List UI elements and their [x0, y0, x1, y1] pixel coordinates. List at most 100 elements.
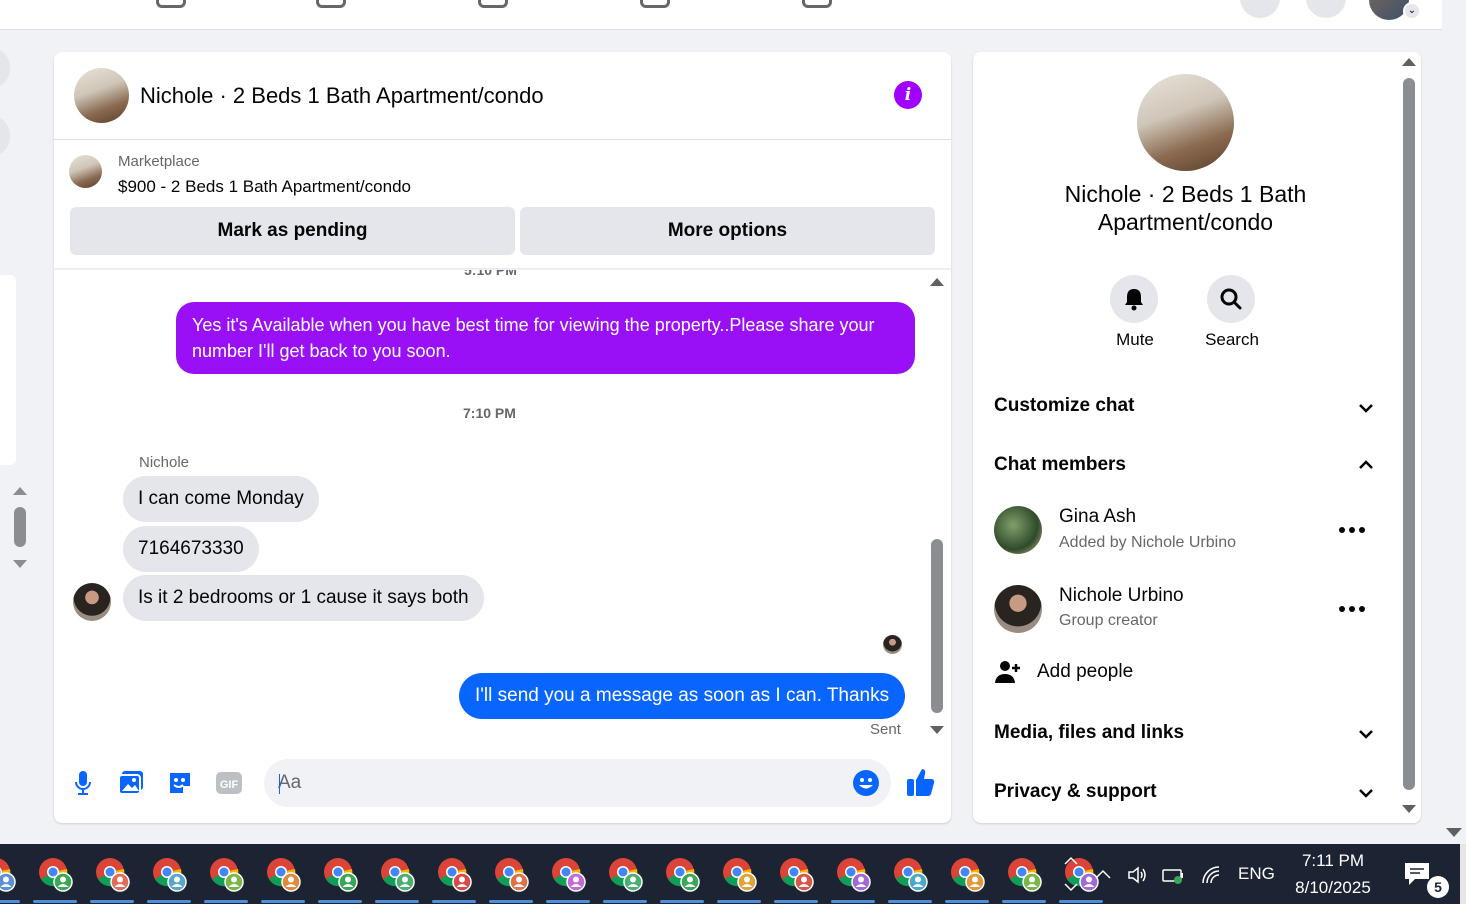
- show-desktop-button[interactable]: [1460, 844, 1466, 904]
- message-input-box[interactable]: [264, 759, 891, 807]
- show-hidden-icons-icon[interactable]: [1092, 864, 1114, 886]
- more-options-icon[interactable]: [1339, 604, 1365, 614]
- seen-indicator-avatar: [883, 635, 902, 654]
- chrome-profile-taskbar-icon[interactable]: [1006, 856, 1042, 892]
- chrome-profile-taskbar-icon[interactable]: [265, 856, 301, 892]
- search-label: Search: [1205, 330, 1259, 349]
- sender-avatar[interactable]: [73, 583, 111, 621]
- text-caret: [279, 774, 280, 794]
- incoming-message[interactable]: 7164673330: [123, 526, 259, 572]
- photo-icon[interactable]: [116, 768, 146, 798]
- message-list: 5:10 PM Yes it's Available when you have…: [54, 270, 929, 750]
- clock-date[interactable]: 8/10/2025: [1290, 878, 1376, 898]
- info-scrollbar-thumb[interactable]: [1403, 78, 1415, 790]
- listing-title[interactable]: $900 - 2 Beds 1 Bath Apartment/condo: [118, 177, 411, 197]
- more-options-icon[interactable]: [1339, 525, 1365, 535]
- sidebar-shortcut[interactable]: [0, 49, 10, 87]
- bell-icon: [1125, 289, 1143, 311]
- thumbs-up-icon[interactable]: [905, 766, 937, 798]
- privacy-support-section[interactable]: Privacy & support: [994, 781, 1157, 803]
- member-subtitle: Group creator: [1059, 612, 1158, 629]
- chrome-profile-taskbar-icon[interactable]: [607, 856, 643, 892]
- media-files-links-section[interactable]: Media, files and links: [994, 722, 1184, 744]
- taskbar-active-indicator: [90, 900, 134, 903]
- marketplace-nav-icon[interactable]: [640, 0, 670, 8]
- customize-chat-section[interactable]: Customize chat: [994, 395, 1134, 417]
- chrome-profile-taskbar-icon[interactable]: [835, 856, 871, 892]
- gif-icon[interactable]: GIF: [214, 768, 244, 798]
- mute-button[interactable]: [1110, 275, 1158, 323]
- page-scroll-down-arrow-icon[interactable]: [1446, 828, 1462, 837]
- system-tray: ENG 7:11 PM 8/10/2025 5: [1090, 844, 1466, 904]
- chrome-profile-taskbar-icon[interactable]: [664, 856, 700, 892]
- chrome-profile-taskbar-icon[interactable]: [892, 856, 928, 892]
- more-options-button[interactable]: More options: [520, 207, 935, 255]
- chrome-profile-taskbar-icon[interactable]: [322, 856, 358, 892]
- chrome-profile-taskbar-icon[interactable]: [493, 856, 529, 892]
- gaming-nav-icon[interactable]: [802, 0, 832, 8]
- scroll-down-arrow-icon[interactable]: [1402, 805, 1416, 813]
- chevron-up-icon[interactable]: [1356, 455, 1376, 475]
- info-avatar[interactable]: [1137, 74, 1234, 171]
- member-avatar[interactable]: [994, 585, 1042, 633]
- scroll-down-arrow-icon[interactable]: [930, 726, 944, 734]
- battery-icon[interactable]: [1162, 864, 1184, 886]
- chat-avatar[interactable]: [74, 68, 129, 123]
- sticker-icon[interactable]: [165, 768, 195, 798]
- message-timestamp: 7:10 PM: [463, 405, 516, 421]
- sidebar-shortcut[interactable]: [0, 117, 10, 155]
- chevron-down-icon[interactable]: [1356, 398, 1376, 418]
- add-people-button[interactable]: Add people: [1037, 661, 1133, 683]
- member-avatar[interactable]: [994, 506, 1042, 554]
- chrome-profile-taskbar-icon[interactable]: [151, 856, 187, 892]
- incoming-message[interactable]: Is it 2 bedrooms or 1 cause it says both: [123, 575, 484, 621]
- member-name[interactable]: Gina Ash: [1059, 506, 1136, 528]
- scroll-up-arrow-icon[interactable]: [13, 487, 27, 495]
- sidebar-card: [0, 275, 16, 465]
- search-icon: [1220, 288, 1242, 310]
- chrome-profile-taskbar-icon[interactable]: [949, 856, 985, 892]
- home-nav-icon[interactable]: [156, 0, 186, 8]
- chrome-profile-taskbar-icon[interactable]: [778, 856, 814, 892]
- scroll-down-arrow-icon[interactable]: [13, 560, 27, 568]
- message-input[interactable]: [278, 759, 838, 807]
- outgoing-message[interactable]: Yes it's Available when you have best ti…: [176, 302, 915, 374]
- scrollbar-thumb[interactable]: [14, 507, 26, 547]
- chat-members-section[interactable]: Chat members: [994, 454, 1126, 476]
- notifications-icon[interactable]: [1306, 0, 1346, 18]
- chrome-profile-taskbar-icon[interactable]: [208, 856, 244, 892]
- scroll-up-arrow-icon[interactable]: [1402, 58, 1416, 66]
- video-nav-icon[interactable]: [478, 0, 508, 8]
- member-name[interactable]: Nichole Urbino: [1059, 585, 1184, 607]
- chrome-profile-taskbar-icon[interactable]: [0, 856, 16, 892]
- menu-grid-icon[interactable]: [1240, 0, 1280, 18]
- chrome-profile-taskbar-icon[interactable]: [550, 856, 586, 892]
- clock-time[interactable]: 7:11 PM: [1290, 851, 1376, 871]
- chevron-down-icon[interactable]: [1356, 783, 1376, 803]
- add-person-icon[interactable]: [994, 658, 1022, 686]
- search-button[interactable]: [1207, 275, 1255, 323]
- mark-as-pending-button[interactable]: Mark as pending: [70, 207, 515, 255]
- chrome-profile-taskbar-icon[interactable]: [94, 856, 130, 892]
- chat-title[interactable]: Nichole · 2 Beds 1 Bath Apartment/condo: [140, 83, 544, 109]
- listing-thumbnail[interactable]: [69, 155, 102, 188]
- info-icon[interactable]: i: [894, 81, 922, 109]
- outgoing-message[interactable]: I'll send you a message as soon as I can…: [459, 673, 906, 719]
- scroll-up-arrow-icon[interactable]: [930, 278, 944, 286]
- taskbar-scroll-icon[interactable]: [1062, 850, 1080, 898]
- volume-icon[interactable]: [1126, 864, 1148, 886]
- chrome-profile-taskbar-icon[interactable]: [379, 856, 415, 892]
- microphone-icon[interactable]: [68, 768, 98, 798]
- taskbar-active-indicator: [1002, 900, 1046, 903]
- friends-nav-icon[interactable]: [316, 0, 346, 8]
- chat-scrollbar-thumb[interactable]: [931, 539, 943, 713]
- chrome-profile-taskbar-icon[interactable]: [436, 856, 472, 892]
- chrome-profile-taskbar-icon[interactable]: [37, 856, 73, 892]
- wifi-icon[interactable]: [1200, 864, 1222, 886]
- language-indicator[interactable]: ENG: [1238, 864, 1275, 884]
- account-chevron-icon[interactable]: ⌄: [1403, 2, 1421, 20]
- emoji-icon[interactable]: [852, 769, 880, 797]
- chevron-down-icon[interactable]: [1356, 724, 1376, 744]
- chrome-profile-taskbar-icon[interactable]: [721, 856, 757, 892]
- incoming-message[interactable]: I can come Monday: [123, 476, 319, 522]
